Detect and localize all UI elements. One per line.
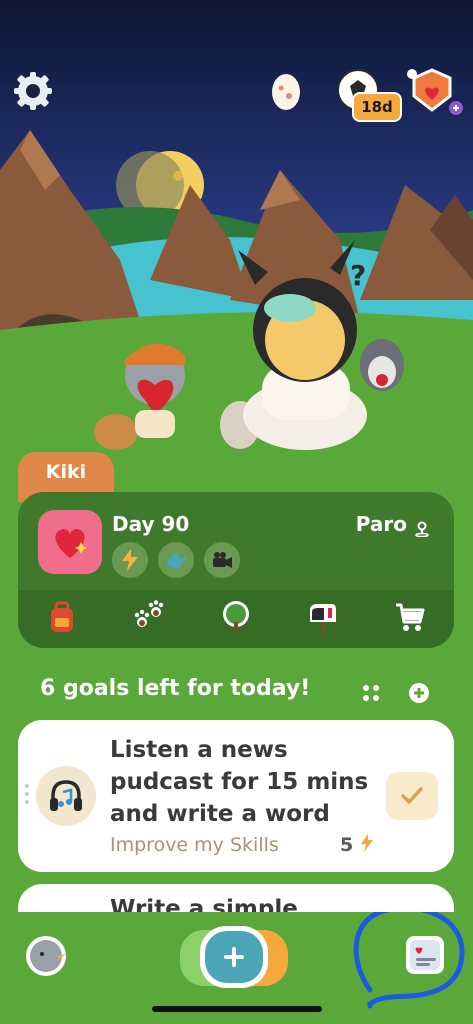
- lightning-icon[interactable]: [112, 542, 148, 578]
- lightning-icon: [360, 834, 374, 857]
- home-indicator: [152, 1006, 322, 1012]
- gear-icon[interactable]: [12, 70, 54, 112]
- status-summary: Day 90 Paro: [18, 492, 454, 590]
- heart-shield-icon[interactable]: [404, 66, 466, 122]
- paw-prints-icon[interactable]: [132, 600, 166, 638]
- heart-sparkle-icon[interactable]: [38, 510, 102, 574]
- pet-status-card: Day 90 Paro: [18, 492, 454, 648]
- add-goal-button[interactable]: [178, 926, 290, 988]
- complete-goal-button[interactable]: [386, 772, 438, 820]
- goal-points-value: 5: [340, 834, 354, 856]
- mailbox-icon[interactable]: [306, 600, 340, 638]
- checkmark-icon: [401, 787, 423, 804]
- goal-category: Improve my Skills: [110, 834, 279, 856]
- day-label: Day 90: [112, 512, 190, 536]
- teapot-icon[interactable]: [158, 542, 194, 578]
- egg-icon[interactable]: [270, 70, 302, 112]
- headphones-music-icon: [36, 766, 96, 826]
- companion-name: Paro: [355, 512, 408, 536]
- goal-title: Listen a news pudcast for 15 mins and wr…: [110, 737, 369, 827]
- goal-card[interactable]: Listen a news pudcast for 15 mins and wr…: [18, 720, 454, 872]
- drag-handle-icon[interactable]: [24, 782, 30, 810]
- add-goal-icon[interactable]: [408, 682, 430, 704]
- goal-points: 5: [340, 834, 374, 857]
- backpack-icon[interactable]: [45, 600, 79, 638]
- garden-scene: ? 18d: [0, 0, 473, 470]
- companion-name-group[interactable]: Paro: [355, 512, 430, 537]
- grid-view-icon[interactable]: [360, 682, 382, 704]
- location-pin-icon: [414, 518, 430, 537]
- streak-badge: 18d: [352, 92, 402, 122]
- cart-icon[interactable]: [393, 600, 427, 638]
- plus-icon: [180, 926, 288, 988]
- pet-nav-bar: [18, 590, 454, 648]
- camera-icon[interactable]: [204, 542, 240, 578]
- streak-indicator[interactable]: 18d: [336, 68, 404, 122]
- svg-text:?: ?: [350, 259, 366, 292]
- goals-header: 6 goals left for today!: [40, 676, 311, 701]
- pet-name: Kiki: [45, 461, 87, 483]
- tree-icon[interactable]: [219, 600, 253, 638]
- pet-avatar-icon[interactable]: [24, 934, 68, 978]
- journal-icon[interactable]: [402, 932, 448, 978]
